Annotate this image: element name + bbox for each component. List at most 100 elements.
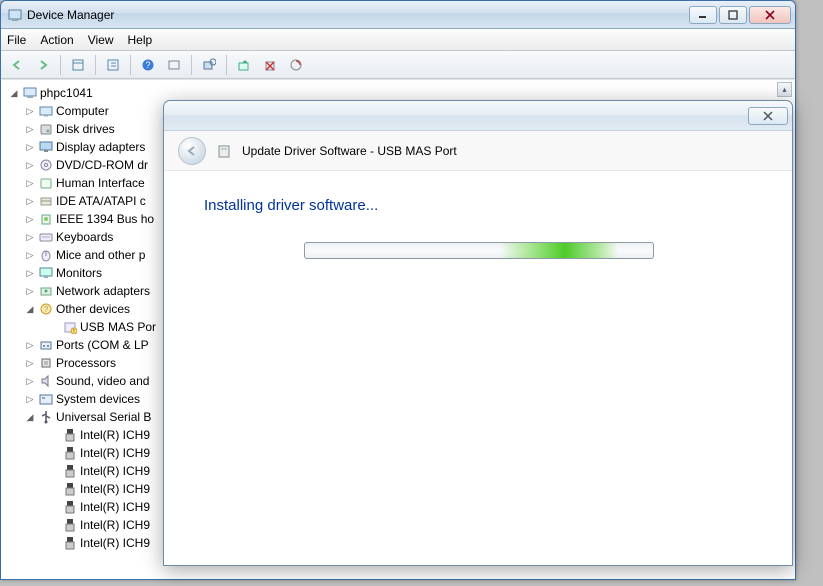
optical-icon <box>38 157 54 173</box>
dialog-heading: Installing driver software... <box>204 197 752 214</box>
scan-hardware-button[interactable] <box>197 54 221 76</box>
collapse-icon[interactable]: ◢ <box>8 84 20 102</box>
tree-node-label: System devices <box>56 390 140 408</box>
mouse-icon <box>38 247 54 263</box>
app-icon <box>7 7 23 23</box>
disable-button[interactable] <box>284 54 308 76</box>
svg-text:?: ? <box>44 305 49 314</box>
usb-icon <box>38 409 54 425</box>
menu-help[interactable]: Help <box>128 33 153 47</box>
window-title: Device Manager <box>27 8 114 22</box>
network-icon <box>38 283 54 299</box>
uninstall-button[interactable] <box>258 54 282 76</box>
usbplug-icon <box>62 463 78 479</box>
tree-node-label: Keyboards <box>56 228 113 246</box>
expand-icon[interactable]: ▷ <box>24 210 36 228</box>
menu-file[interactable]: File <box>7 33 26 47</box>
hid-icon <box>38 175 54 191</box>
sound-icon <box>38 373 54 389</box>
dialog-titlebar[interactable] <box>164 101 792 131</box>
usbplug-icon <box>62 427 78 443</box>
arrow-left-icon <box>185 144 199 158</box>
tree-node-label: Other devices <box>56 300 130 318</box>
progress-bar <box>304 242 654 259</box>
menu-view[interactable]: View <box>88 33 114 47</box>
monitor-icon <box>38 265 54 281</box>
disk-icon <box>38 121 54 137</box>
tree-node-label: IDE ATA/ATAPI c <box>56 192 146 210</box>
tree-node-label: DVD/CD-ROM dr <box>56 156 148 174</box>
menubar: File Action View Help <box>1 29 795 51</box>
nav-forward-button[interactable] <box>31 54 55 76</box>
maximize-button[interactable] <box>719 6 747 24</box>
ieee-icon <box>38 211 54 227</box>
expand-icon[interactable]: ▷ <box>24 120 36 138</box>
tree-node-label: Universal Serial B <box>56 408 151 426</box>
close-button[interactable] <box>749 6 791 24</box>
expand-icon[interactable]: ▷ <box>24 138 36 156</box>
dialog-close-button[interactable] <box>748 107 788 125</box>
expand-icon[interactable]: ▷ <box>24 372 36 390</box>
usbplug-icon <box>62 535 78 551</box>
expand-icon[interactable]: ▷ <box>24 102 36 120</box>
minimize-button[interactable] <box>689 6 717 24</box>
cpu-icon <box>38 355 54 371</box>
usbplug-icon <box>62 499 78 515</box>
usbplug-icon <box>62 517 78 533</box>
tree-node-label: Display adapters <box>56 138 145 156</box>
tree-node-label: Sound, video and <box>56 372 149 390</box>
back-button <box>178 137 206 165</box>
tree-node-label: Human Interface <box>56 174 145 192</box>
expand-icon[interactable]: ▷ <box>24 390 36 408</box>
tree-node-label: Intel(R) ICH9 <box>80 534 150 552</box>
expand-icon[interactable]: ▷ <box>24 174 36 192</box>
update-driver-dialog: Update Driver Software - USB MAS Port In… <box>163 100 793 566</box>
ide-icon <box>38 193 54 209</box>
unknown-device-icon: ! <box>62 319 78 335</box>
usbplug-icon <box>62 481 78 497</box>
device-icon <box>216 143 232 159</box>
toolbar: ? <box>1 51 795 79</box>
dialog-header-text: Update Driver Software - USB MAS Port <box>242 144 457 158</box>
expand-icon[interactable]: ▷ <box>24 192 36 210</box>
expand-icon[interactable]: ▷ <box>24 156 36 174</box>
dialog-header: Update Driver Software - USB MAS Port <box>164 131 792 171</box>
show-hide-tree-button[interactable] <box>66 54 90 76</box>
tree-node-label: Disk drives <box>56 120 115 138</box>
scroll-up-button[interactable]: ▴ <box>777 82 792 97</box>
tree-node-label: Ports (COM & LP <box>56 336 149 354</box>
tree-node-label: Mice and other p <box>56 246 145 264</box>
titlebar[interactable]: Device Manager <box>1 1 795 29</box>
action-button[interactable] <box>162 54 186 76</box>
tree-leaf-label: USB MAS Por <box>80 318 156 336</box>
tree-node-label: Intel(R) ICH9 <box>80 444 150 462</box>
expand-icon[interactable]: ▷ <box>24 282 36 300</box>
expand-icon[interactable]: ▷ <box>24 264 36 282</box>
svg-text:?: ? <box>145 60 150 70</box>
collapse-icon[interactable]: ◢ <box>24 408 36 426</box>
expand-icon[interactable]: ▷ <box>24 246 36 264</box>
keyboard-icon <box>38 229 54 245</box>
tree-node-label: Intel(R) ICH9 <box>80 498 150 516</box>
expand-icon[interactable]: ▷ <box>24 336 36 354</box>
tree-node-label: Processors <box>56 354 116 372</box>
help-button[interactable]: ? <box>136 54 160 76</box>
tree-node-label: Intel(R) ICH9 <box>80 516 150 534</box>
tree-node-label: Computer <box>56 102 109 120</box>
update-driver-button[interactable] <box>232 54 256 76</box>
collapse-icon[interactable]: ◢ <box>24 300 36 318</box>
tree-node-label: Intel(R) ICH9 <box>80 426 150 444</box>
port-icon <box>38 337 54 353</box>
properties-button[interactable] <box>101 54 125 76</box>
menu-action[interactable]: Action <box>40 33 73 47</box>
expand-icon[interactable]: ▷ <box>24 354 36 372</box>
nav-back-button[interactable] <box>5 54 29 76</box>
computer-icon <box>22 85 38 101</box>
usbplug-icon <box>62 445 78 461</box>
tree-node-label: Network adapters <box>56 282 150 300</box>
expand-icon[interactable]: ▷ <box>24 228 36 246</box>
tree-node-label: IEEE 1394 Bus ho <box>56 210 154 228</box>
svg-text:!: ! <box>73 329 74 334</box>
tree-node-label: Intel(R) ICH9 <box>80 480 150 498</box>
computer-icon <box>38 103 54 119</box>
